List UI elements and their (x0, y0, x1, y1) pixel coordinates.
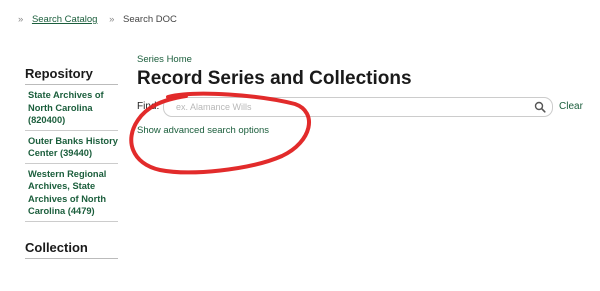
breadcrumb-separator: » (109, 14, 115, 25)
breadcrumb-search-catalog-link[interactable]: Search Catalog (32, 14, 97, 25)
find-label: Find: (137, 101, 160, 112)
breadcrumb-separator: » (18, 14, 24, 25)
search-input[interactable] (174, 101, 528, 113)
clear-button[interactable]: Clear (559, 101, 583, 112)
show-advanced-search-link[interactable]: Show advanced search options (137, 125, 269, 136)
main-content: Series Home Record Series and Collection… (137, 54, 587, 138)
page-title: Record Series and Collections (137, 68, 412, 89)
breadcrumb: » Search Catalog » Search DOC (18, 14, 177, 25)
breadcrumb-current: Search DOC (123, 14, 177, 25)
repository-heading: Repository (25, 66, 118, 85)
search-icon[interactable] (534, 101, 546, 113)
sidebar: Repository State Archives of North Carol… (25, 66, 118, 259)
series-home-link[interactable]: Series Home (137, 54, 587, 65)
search-box (163, 97, 553, 117)
sidebar-item-outer-banks[interactable]: Outer Banks History Center (39440) (25, 131, 118, 164)
search-row: Find: Clear (137, 97, 587, 117)
sidebar-item-western-regional[interactable]: Western Regional Archives, State Archive… (25, 164, 118, 222)
sidebar-item-state-archives[interactable]: State Archives of North Carolina (820400… (25, 85, 118, 131)
collection-heading: Collection (25, 240, 118, 259)
